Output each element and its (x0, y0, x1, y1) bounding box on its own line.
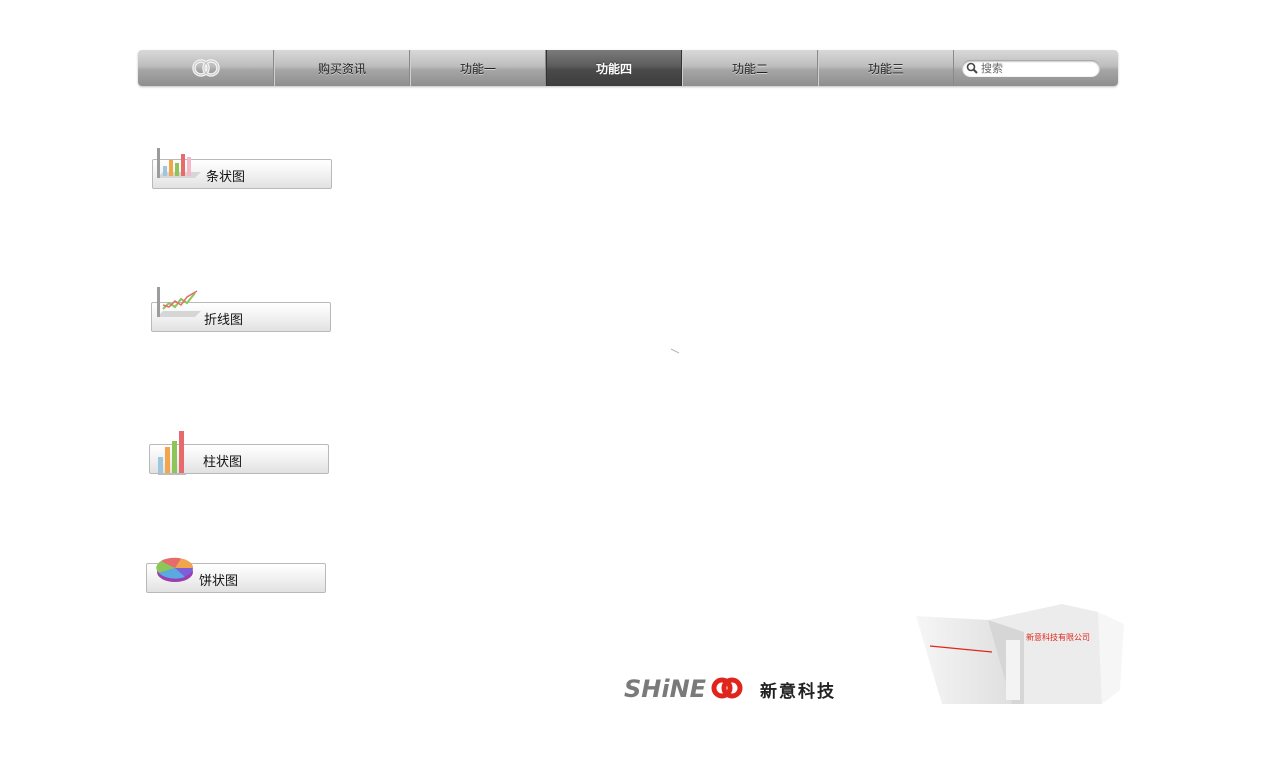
nav-item-label: 功能一 (459, 61, 496, 76)
loading-speck-icon (670, 348, 680, 354)
top-navigation-bar: 购买资讯 功能一 功能四 功能二 功能三 (138, 50, 1118, 86)
line-chart-button[interactable]: 折线图 (151, 287, 331, 332)
svg-text:SHiNE: SHiNE (624, 675, 707, 703)
bar-chart-icon (157, 148, 201, 178)
pie-chart-icon (156, 557, 194, 582)
nav-item-label: 功能三 (867, 61, 904, 76)
pie-chart-label: 饼状图 (199, 574, 239, 589)
nav-item-label: 功能四 (595, 61, 632, 76)
nav-home-logo[interactable] (138, 50, 274, 86)
search-icon[interactable] (966, 62, 978, 74)
product-box-image: 新意科技有限公司 (916, 604, 1124, 704)
column-chart-label: 柱状图 (203, 455, 243, 470)
search-box (962, 59, 1100, 77)
nav-item-feature-four[interactable]: 功能四 (546, 50, 682, 86)
column-chart-icon (158, 431, 186, 475)
nav-item-purchase-info[interactable]: 购买资讯 (274, 50, 410, 86)
nav-search-area (954, 50, 1118, 86)
svg-text:新意科技有限公司: 新意科技有限公司 (1026, 632, 1090, 642)
nav-item-label: 购买资讯 (317, 61, 366, 76)
search-input[interactable] (978, 60, 1091, 76)
logo-icon (191, 59, 220, 77)
column-chart-button[interactable]: 柱状图 (149, 431, 329, 475)
nav-item-label: 功能二 (731, 61, 768, 76)
nav-item-feature-two[interactable]: 功能二 (682, 50, 818, 86)
line-chart-icon (157, 287, 201, 317)
pie-chart-button[interactable]: 饼状图 (146, 557, 326, 593)
bar-chart-label: 条状图 (206, 170, 246, 185)
bar-chart-button[interactable]: 条状图 (152, 148, 332, 189)
nav-item-feature-three[interactable]: 功能三 (818, 50, 954, 86)
nav-item-feature-one[interactable]: 功能一 (410, 50, 546, 86)
line-chart-label: 折线图 (204, 313, 244, 328)
brand-name: 新意科技 (760, 682, 836, 702)
